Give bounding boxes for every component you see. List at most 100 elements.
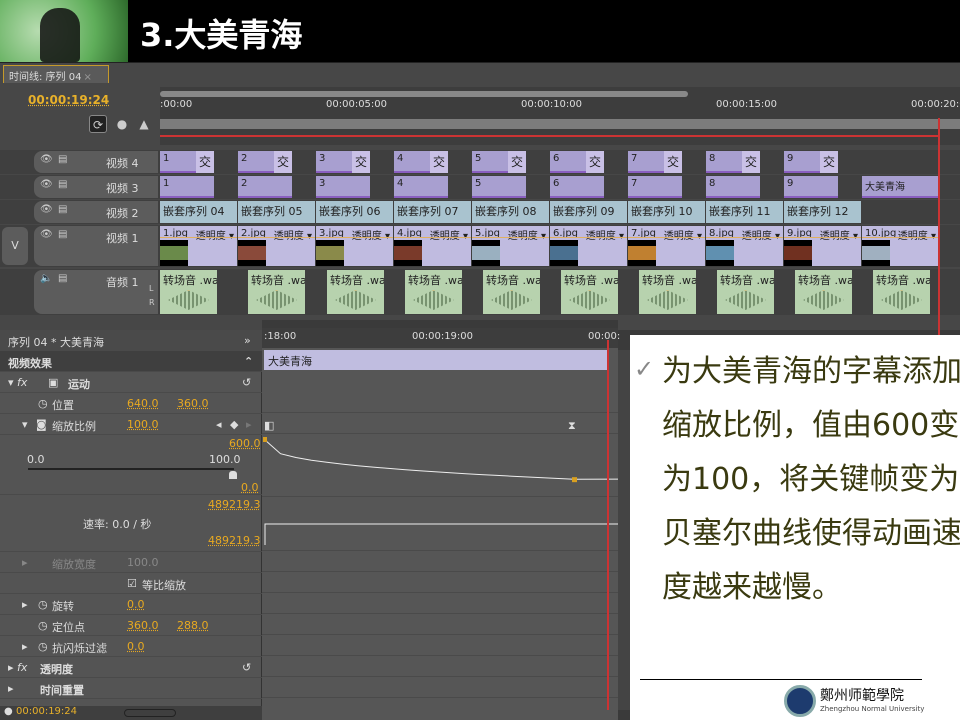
- position-y[interactable]: 360.0: [177, 397, 209, 410]
- eye-icon[interactable]: 👁: [40, 154, 53, 165]
- stopwatch-icon[interactable]: ◷: [38, 640, 48, 653]
- title-clip[interactable]: 6: [550, 151, 586, 173]
- opacity-dropdown[interactable]: 透明度 ▾: [274, 227, 312, 242]
- image-clip[interactable]: 6.jpg 透明度 ▾: [550, 226, 627, 266]
- nested-sequence-clip[interactable]: 嵌套序列 07: [394, 201, 471, 223]
- title-clip[interactable]: 7: [628, 151, 664, 173]
- title-clip[interactable]: 4: [394, 176, 448, 198]
- speaker-icon[interactable]: 🔈: [40, 273, 52, 284]
- transition-clip[interactable]: 交: [274, 151, 292, 173]
- title-clip[interactable]: 2: [238, 176, 292, 198]
- image-clip[interactable]: 1.jpg 透明度 ▾: [160, 226, 237, 266]
- expand-icon[interactable]: ▾ fx: [8, 376, 27, 389]
- title-clip[interactable]: 2: [238, 151, 274, 173]
- prev-keyframe-icon[interactable]: ◂: [216, 418, 222, 431]
- close-icon[interactable]: ×: [83, 72, 91, 83]
- title-clip[interactable]: 7: [628, 176, 682, 198]
- title-clip[interactable]: 4: [394, 151, 430, 173]
- audio-clip[interactable]: 转场音 .wa: [483, 270, 540, 314]
- image-clip[interactable]: 7.jpg 透明度 ▾: [628, 226, 705, 266]
- playhead[interactable]: [938, 118, 940, 338]
- opacity-dropdown[interactable]: 透明度 ▾: [508, 227, 546, 242]
- opacity-dropdown[interactable]: 透明度 ▾: [430, 227, 468, 242]
- opacity-dropdown[interactable]: 透明度 ▾: [742, 227, 780, 242]
- eye-icon[interactable]: 👁: [40, 204, 53, 215]
- opacity-dropdown[interactable]: 透明度 ▾: [352, 227, 390, 242]
- image-clip[interactable]: 8.jpg 透明度 ▾: [706, 226, 783, 266]
- stopwatch-icon[interactable]: ◷: [38, 619, 48, 632]
- title-clip[interactable]: 3: [316, 176, 370, 198]
- stopwatch-icon[interactable]: ◷: [38, 598, 48, 611]
- title-clip[interactable]: 9: [784, 151, 820, 173]
- opacity-dropdown[interactable]: 透明度 ▾: [898, 227, 936, 242]
- expand-icon[interactable]: ▸ fx: [8, 661, 27, 674]
- uniform-scale-checkbox[interactable]: ☑: [127, 577, 137, 590]
- stopwatch-icon[interactable]: ◷: [38, 397, 48, 410]
- slider-thumb[interactable]: [229, 471, 237, 479]
- filmstrip-icon[interactable]: ▤: [58, 204, 67, 215]
- image-clip[interactable]: 10.jpg 透明度 ▾: [862, 226, 939, 266]
- title-clip[interactable]: 大美青海: [862, 176, 940, 198]
- transition-clip[interactable]: 交: [820, 151, 838, 173]
- eye-icon[interactable]: 👁: [40, 229, 53, 240]
- timeline-tab[interactable]: 时间线: 序列 04 ×: [3, 65, 109, 83]
- audio-clip[interactable]: 转场音 .wa: [795, 270, 852, 314]
- expand-icon[interactable]: ▾: [22, 418, 28, 431]
- title-clip[interactable]: 8: [706, 151, 742, 173]
- title-clip[interactable]: 1: [160, 151, 196, 173]
- title-clip[interactable]: 5: [472, 151, 508, 173]
- audio-clip[interactable]: 转场音 .wa: [248, 270, 305, 314]
- image-clip[interactable]: 3.jpg 透明度 ▾: [316, 226, 393, 266]
- title-clip[interactable]: 5: [472, 176, 526, 198]
- title-clip[interactable]: 9: [784, 176, 838, 198]
- filmstrip-icon[interactable]: ▤: [58, 229, 67, 240]
- nested-sequence-clip[interactable]: 嵌套序列 11: [706, 201, 783, 223]
- audio-clip[interactable]: 转场音 .wa: [873, 270, 930, 314]
- expand-icon[interactable]: ▸: [22, 556, 28, 569]
- collapse-icon[interactable]: ⌃: [244, 355, 253, 368]
- scale-slider[interactable]: [28, 468, 234, 470]
- nested-sequence-clip[interactable]: 嵌套序列 05: [238, 201, 315, 223]
- time-ruler-bar[interactable]: [160, 119, 960, 129]
- nested-sequence-clip[interactable]: 嵌套序列 10: [628, 201, 705, 223]
- zoom-slider[interactable]: [124, 709, 176, 717]
- anchor-x[interactable]: 360.0: [127, 619, 159, 632]
- transition-clip[interactable]: 交: [742, 151, 760, 173]
- eye-icon[interactable]: 👁: [40, 179, 53, 190]
- position-x[interactable]: 640.0: [127, 397, 159, 410]
- filmstrip-icon[interactable]: ▤: [58, 179, 67, 190]
- opacity-dropdown[interactable]: 透明度 ▾: [664, 227, 702, 242]
- nested-sequence-clip[interactable]: 嵌套序列 09: [550, 201, 627, 223]
- transition-clip[interactable]: 交: [508, 151, 526, 173]
- expand-icon[interactable]: ▸: [22, 640, 28, 653]
- anchor-y[interactable]: 288.0: [177, 619, 209, 632]
- scale-value[interactable]: 100.0: [127, 418, 159, 431]
- nested-sequence-clip[interactable]: 嵌套序列 12: [784, 201, 861, 223]
- nested-sequence-clip[interactable]: 嵌套序列 08: [472, 201, 549, 223]
- audio-clip[interactable]: 转场音 .wa: [405, 270, 462, 314]
- image-clip[interactable]: 4.jpg 透明度 ▾: [394, 226, 471, 266]
- filmstrip-icon[interactable]: ▤: [58, 273, 67, 284]
- menu-icon[interactable]: »: [244, 334, 251, 347]
- add-keyframe-icon[interactable]: ◆: [230, 418, 238, 431]
- expand-icon[interactable]: ▸: [8, 682, 14, 695]
- filmstrip-icon[interactable]: ▤: [58, 154, 67, 165]
- title-clip[interactable]: 1: [160, 176, 214, 198]
- flicker-value[interactable]: 0.0: [127, 640, 145, 653]
- image-clip[interactable]: 9.jpg 透明度 ▾: [784, 226, 861, 266]
- nested-sequence-clip[interactable]: 嵌套序列 04: [160, 201, 237, 223]
- vertical-scrollbar[interactable]: [618, 350, 630, 710]
- expand-icon[interactable]: ▸: [22, 598, 28, 611]
- opacity-dropdown[interactable]: 透明度 ▾: [196, 227, 234, 242]
- image-clip[interactable]: 5.jpg 透明度 ▾: [472, 226, 549, 266]
- reset-icon[interactable]: ↺: [242, 376, 251, 389]
- audio-clip[interactable]: 转场音 .wa: [160, 270, 217, 314]
- marker-icon[interactable]: ●: [113, 115, 131, 133]
- audio-clip[interactable]: 转场音 .wa: [717, 270, 774, 314]
- zoom-scrollbar[interactable]: [160, 91, 688, 97]
- next-keyframe-icon[interactable]: ▸: [246, 418, 252, 431]
- audio-clip[interactable]: 转场音 .wa: [327, 270, 384, 314]
- title-clip[interactable]: 8: [706, 176, 760, 198]
- image-clip[interactable]: 2.jpg 透明度 ▾: [238, 226, 315, 266]
- title-clip[interactable]: 3: [316, 151, 352, 173]
